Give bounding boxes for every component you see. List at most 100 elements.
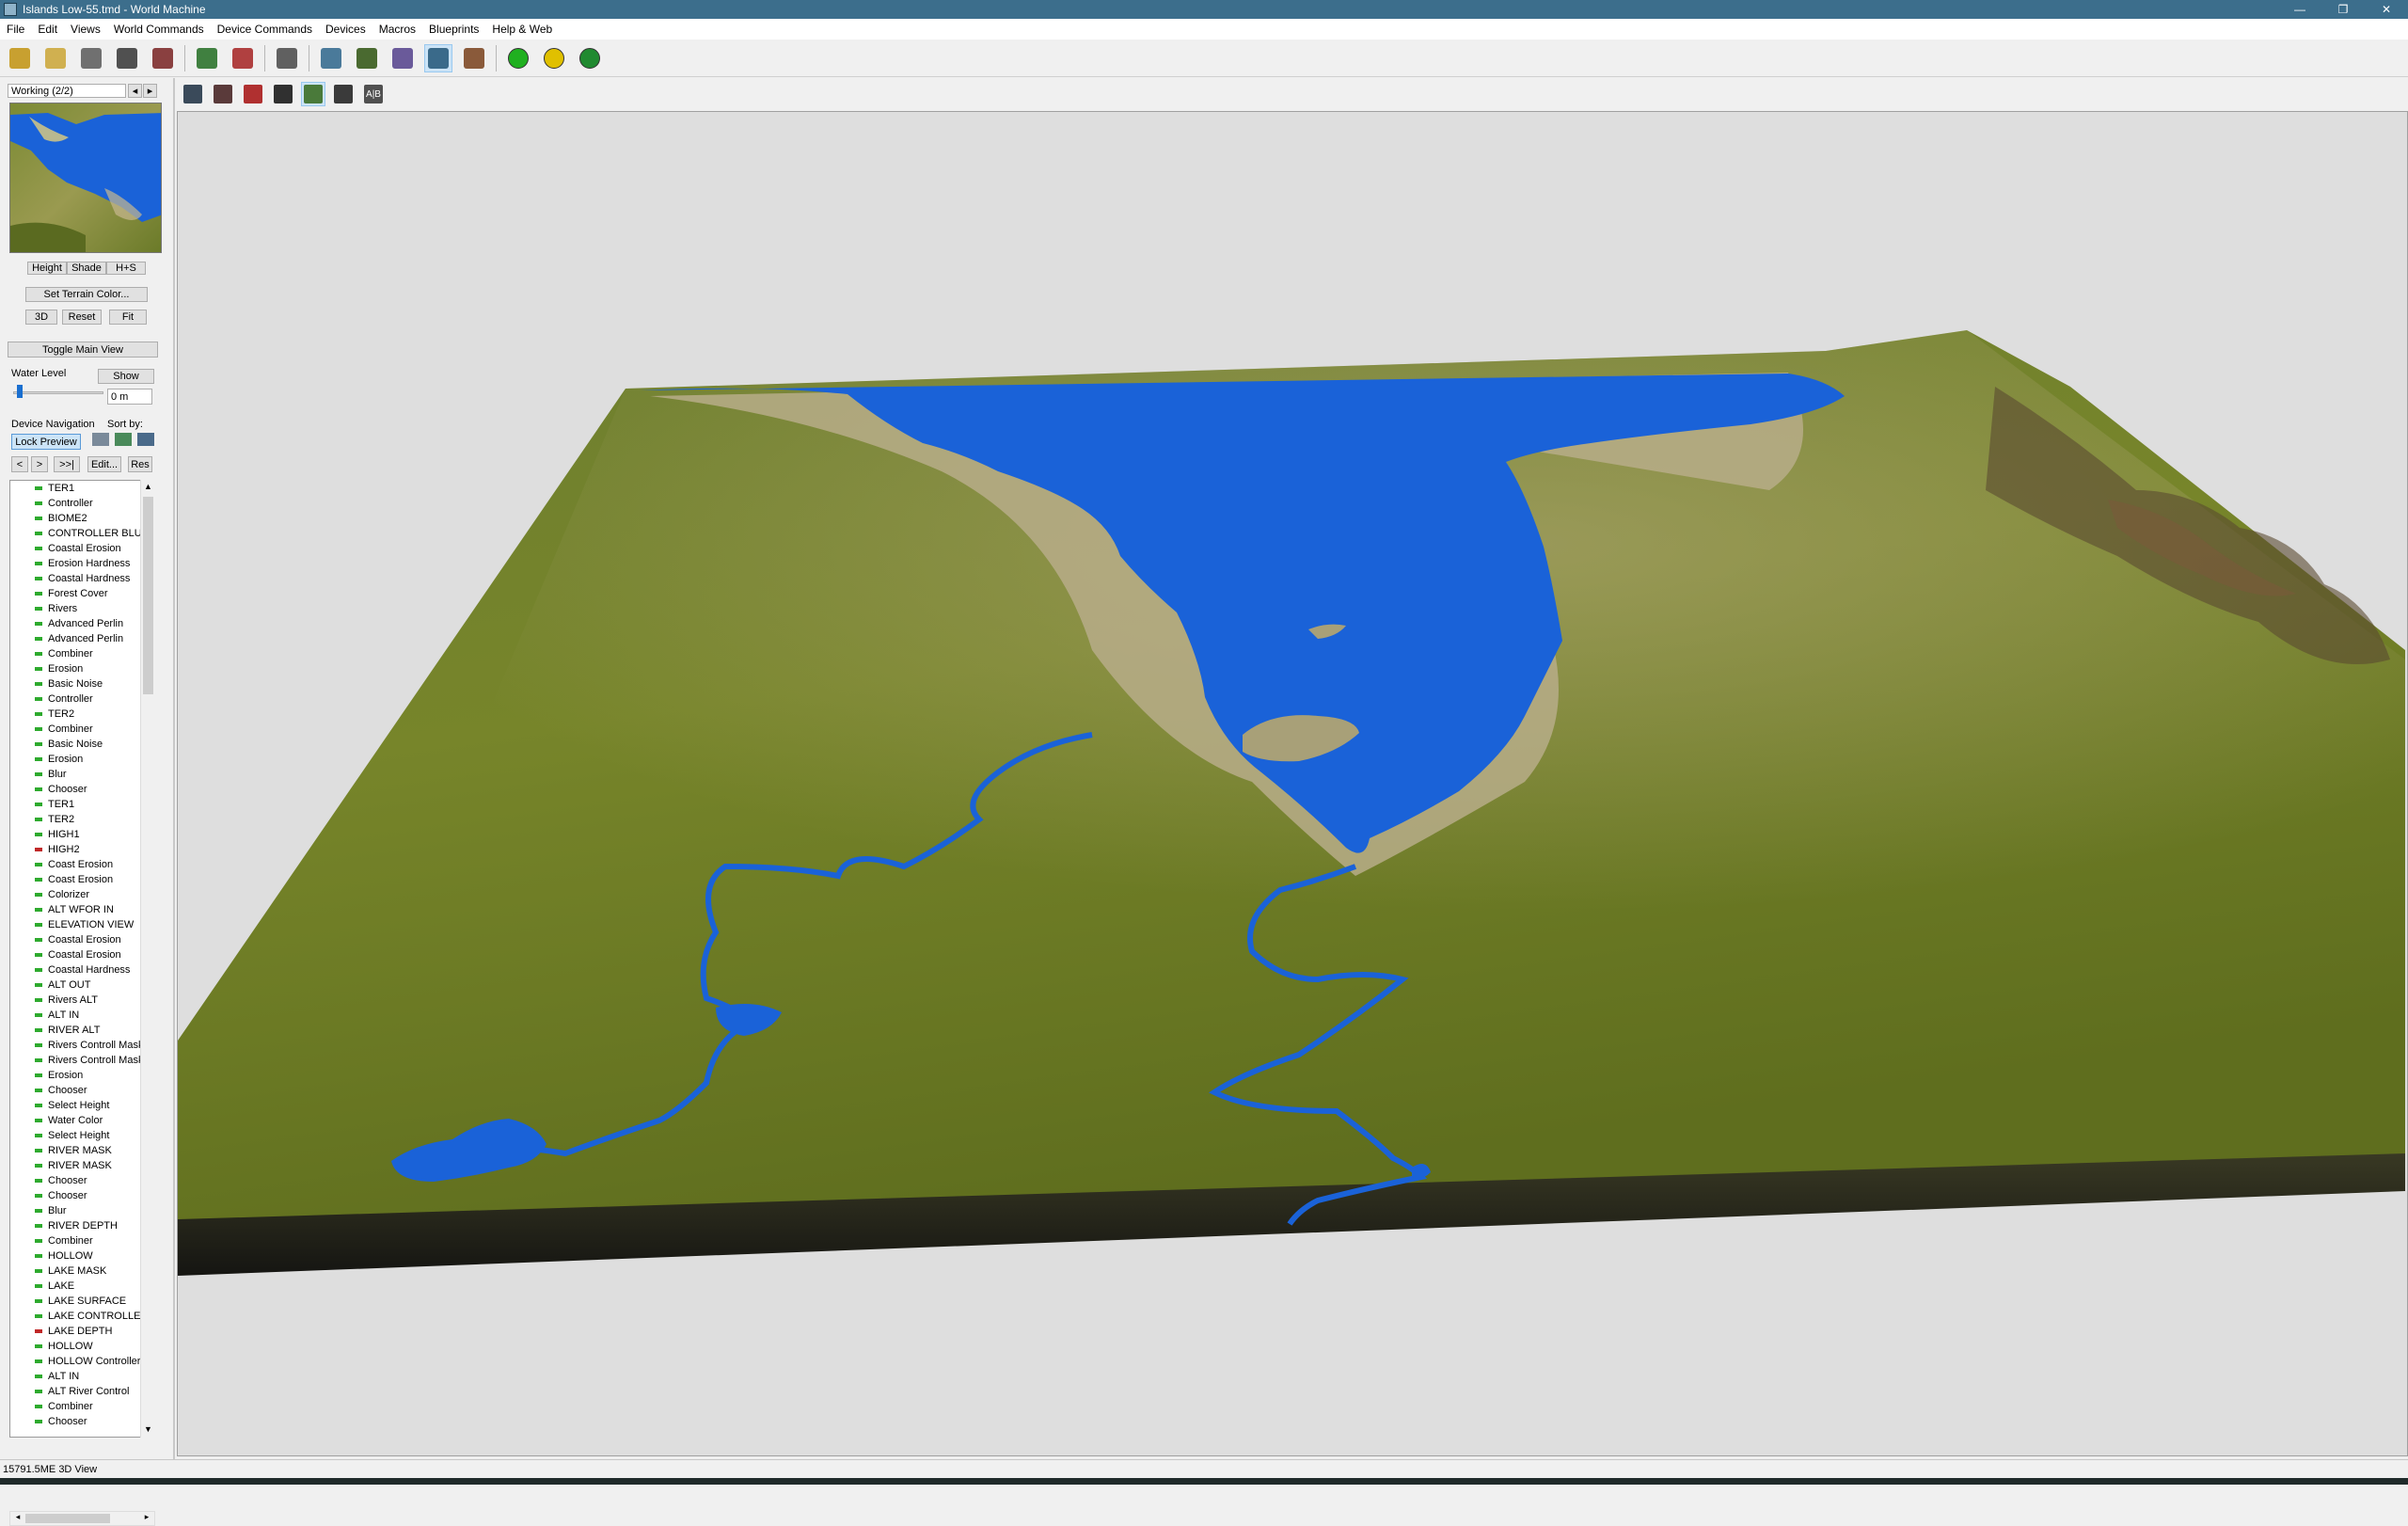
menu-world-commands[interactable]: World Commands	[107, 23, 211, 36]
restore-button[interactable]: ❐	[2321, 0, 2365, 19]
device-list-item[interactable]: Erosion Hardness	[10, 556, 154, 571]
device-list-item[interactable]: Chooser	[10, 1173, 154, 1188]
tab-h-s[interactable]: H+S	[106, 262, 146, 275]
device-list-item[interactable]: TER2	[10, 812, 154, 827]
menu-macros[interactable]: Macros	[372, 23, 422, 36]
device-list-item[interactable]: ALT IN	[10, 1008, 154, 1023]
device-list-item[interactable]: Blur	[10, 1203, 154, 1218]
chevron-left-icon[interactable]: ◂	[128, 84, 142, 98]
reset-button[interactable]: Reset	[62, 310, 102, 325]
device-list-item[interactable]: Select Height	[10, 1128, 154, 1143]
menu-blueprints[interactable]: Blueprints	[422, 23, 485, 36]
device-list-item[interactable]: Basic Noise	[10, 737, 154, 752]
water-level-slider-track[interactable]	[13, 391, 103, 394]
device-list-item[interactable]: Combiner	[10, 646, 154, 661]
device-list-item[interactable]: Chooser	[10, 1083, 154, 1098]
device-list-item[interactable]: Coastal Hardness	[10, 962, 154, 978]
device-list-item[interactable]: Erosion	[10, 1068, 154, 1083]
camera-button[interactable]	[271, 82, 295, 106]
device-list-hscrollbar[interactable]: ◂ ▸	[9, 1511, 155, 1526]
device-list-item[interactable]: Rivers Controll Mask	[10, 1053, 154, 1068]
device-list-item[interactable]: Chooser	[10, 782, 154, 797]
device-list-item[interactable]: CONTROLLER BLU	[10, 526, 154, 541]
menu-devices[interactable]: Devices	[319, 23, 372, 36]
device-list-item[interactable]: LAKE MASK	[10, 1264, 154, 1279]
device-list-item[interactable]: Coastal Erosion	[10, 541, 154, 556]
device-list-item[interactable]: RIVER MASK	[10, 1143, 154, 1158]
device-list-item[interactable]: RIVER DEPTH	[10, 1218, 154, 1233]
water-level-input[interactable]: 0 m	[107, 389, 152, 405]
device-list-item[interactable]: Water Color	[10, 1113, 154, 1128]
device-list-item[interactable]: RIVER ALT	[10, 1023, 154, 1038]
ab-compare-button[interactable]: A|B	[361, 82, 386, 106]
water-show-button[interactable]: Show	[98, 369, 154, 384]
device-list-item[interactable]: HOLLOW	[10, 1248, 154, 1264]
scroll-thumb[interactable]	[143, 497, 153, 694]
sort-name-icon[interactable]	[137, 433, 154, 446]
menu-edit[interactable]: Edit	[31, 23, 64, 36]
edit-device-button[interactable]: Edit...	[87, 456, 121, 472]
save-button[interactable]	[113, 44, 141, 72]
device-list-item[interactable]: TER1	[10, 797, 154, 812]
help-button[interactable]	[77, 44, 105, 72]
device-list-item[interactable]: Blur	[10, 767, 154, 782]
tab-height[interactable]: Height	[27, 262, 67, 275]
preview-selector[interactable]: Working (2/2)	[8, 84, 126, 98]
terrain-grid-button[interactable]	[353, 44, 381, 72]
view-mode-3-button[interactable]	[241, 82, 265, 106]
nav-next-button[interactable]: >	[31, 456, 48, 472]
device-list-item[interactable]: Chooser	[10, 1188, 154, 1203]
view-mode-1-button[interactable]	[181, 82, 205, 106]
fit-button[interactable]: Fit	[109, 310, 147, 325]
device-list-item[interactable]: Rivers ALT	[10, 993, 154, 1008]
tab-shade[interactable]: Shade	[67, 262, 106, 275]
texture-view-button[interactable]	[460, 44, 488, 72]
device-list-item[interactable]: ALT IN	[10, 1369, 154, 1384]
scroll-right-icon[interactable]: ▸	[141, 1512, 152, 1525]
device-list-item[interactable]: BIOME2	[10, 511, 154, 526]
device-list-scrollbar[interactable]: ▲ ▼	[140, 480, 155, 1438]
sort-type-icon[interactable]	[115, 433, 132, 446]
device-list-item[interactable]: Coast Erosion	[10, 857, 154, 872]
device-list-item[interactable]: ELEVATION VIEW	[10, 917, 154, 932]
device-list-item[interactable]: Chooser	[10, 1414, 154, 1429]
world-settings-button[interactable]	[317, 44, 345, 72]
device-list-item[interactable]: Forest Cover	[10, 586, 154, 601]
device-list-item[interactable]: Colorizer	[10, 887, 154, 902]
device-list-item[interactable]: Coastal Erosion	[10, 947, 154, 962]
device-list-item[interactable]: Controller	[10, 691, 154, 707]
device-list-item[interactable]: Basic Noise	[10, 676, 154, 691]
lock-preview-button[interactable]: Lock Preview	[11, 434, 81, 450]
save-as-button[interactable]	[149, 44, 177, 72]
explorer-button[interactable]	[388, 44, 417, 72]
device-list-item[interactable]: TER1	[10, 481, 154, 496]
3d-view-button[interactable]	[424, 43, 452, 72]
sort-list-icon[interactable]	[92, 433, 109, 446]
close-button[interactable]: ✕	[2365, 0, 2408, 19]
device-list[interactable]: TER1 Controller BIOME2 CONTROLLER BLU Coasta…	[9, 480, 155, 1438]
build-yellow-button[interactable]	[540, 44, 568, 72]
build-green-button[interactable]	[504, 44, 532, 72]
open-button[interactable]	[41, 44, 70, 72]
device-list-item[interactable]: Coast Erosion	[10, 872, 154, 887]
device-list-item[interactable]: Controller	[10, 496, 154, 511]
device-list-item[interactable]: LAKE DEPTH	[10, 1324, 154, 1339]
build-settings-button[interactable]	[273, 44, 301, 72]
nav-last-button[interactable]: >>|	[54, 456, 80, 472]
preview-thumbnail[interactable]	[9, 103, 162, 253]
device-list-item[interactable]: Rivers	[10, 601, 154, 616]
chevron-right-icon[interactable]: ▸	[143, 84, 157, 98]
view-mode-2-button[interactable]	[211, 82, 235, 106]
device-list-item[interactable]: Combiner	[10, 1233, 154, 1248]
device-list-item[interactable]: LAKE	[10, 1279, 154, 1294]
menu-file[interactable]: File	[0, 23, 31, 36]
device-list-item[interactable]: ALT OUT	[10, 978, 154, 993]
res-button[interactable]: Res	[128, 456, 152, 472]
device-list-item[interactable]: Advanced Perlin	[10, 616, 154, 631]
build-full-button[interactable]	[576, 44, 604, 72]
scroll-up-icon[interactable]: ▲	[142, 482, 154, 493]
device-list-item[interactable]: LAKE SURFACE	[10, 1294, 154, 1309]
nav-prev-button[interactable]: <	[11, 456, 28, 472]
scroll-down-icon[interactable]: ▼	[142, 1424, 154, 1436]
device-list-item[interactable]: LAKE CONTROLLER	[10, 1309, 154, 1324]
